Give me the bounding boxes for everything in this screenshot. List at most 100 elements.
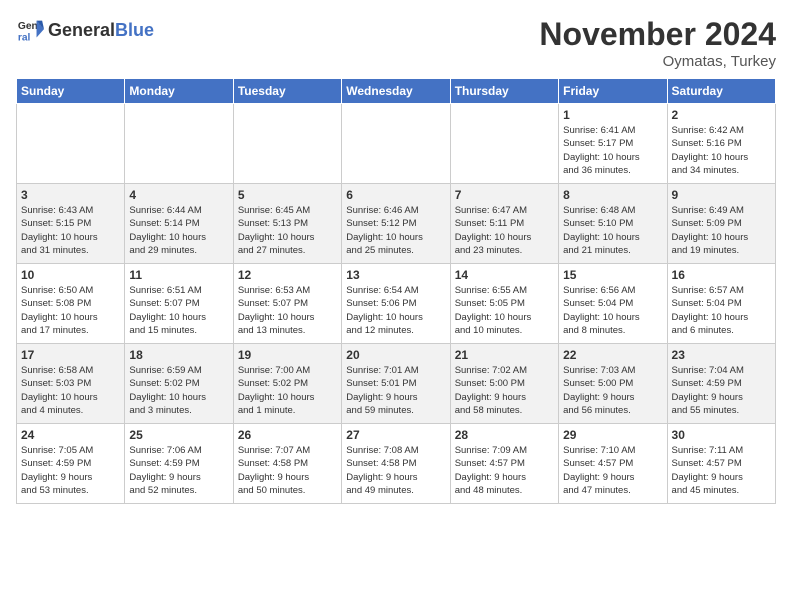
day-number: 19 xyxy=(238,348,337,362)
day-number: 15 xyxy=(563,268,662,282)
calendar-week-row: 1 Sunrise: 6:41 AM Sunset: 5:17 PM Daylig… xyxy=(17,104,776,184)
day-number: 28 xyxy=(455,428,554,442)
day-number: 4 xyxy=(129,188,228,202)
day-info: Sunrise: 6:44 AM Sunset: 5:14 PM Dayligh… xyxy=(129,204,228,257)
day-number: 9 xyxy=(672,188,771,202)
calendar-cell xyxy=(17,104,125,184)
day-info: Sunrise: 7:05 AM Sunset: 4:59 PM Dayligh… xyxy=(21,444,120,497)
day-info: Sunrise: 6:54 AM Sunset: 5:06 PM Dayligh… xyxy=(346,284,445,337)
weekday-header-friday: Friday xyxy=(559,79,667,104)
month-title: November 2024 xyxy=(539,16,776,53)
day-info: Sunrise: 6:47 AM Sunset: 5:11 PM Dayligh… xyxy=(455,204,554,257)
day-number: 13 xyxy=(346,268,445,282)
day-info: Sunrise: 6:57 AM Sunset: 5:04 PM Dayligh… xyxy=(672,284,771,337)
calendar-cell: 11 Sunrise: 6:51 AM Sunset: 5:07 PM Dayli… xyxy=(125,264,233,344)
day-info: Sunrise: 7:04 AM Sunset: 4:59 PM Dayligh… xyxy=(672,364,771,417)
day-number: 14 xyxy=(455,268,554,282)
day-number: 11 xyxy=(129,268,228,282)
weekday-header-sunday: Sunday xyxy=(17,79,125,104)
day-info: Sunrise: 7:10 AM Sunset: 4:57 PM Dayligh… xyxy=(563,444,662,497)
calendar-cell: 7 Sunrise: 6:47 AM Sunset: 5:11 PM Daylig… xyxy=(450,184,558,264)
day-info: Sunrise: 6:49 AM Sunset: 5:09 PM Dayligh… xyxy=(672,204,771,257)
day-info: Sunrise: 6:59 AM Sunset: 5:02 PM Dayligh… xyxy=(129,364,228,417)
day-number: 25 xyxy=(129,428,228,442)
day-info: Sunrise: 6:50 AM Sunset: 5:08 PM Dayligh… xyxy=(21,284,120,337)
calendar-cell: 14 Sunrise: 6:55 AM Sunset: 5:05 PM Dayli… xyxy=(450,264,558,344)
calendar-cell: 8 Sunrise: 6:48 AM Sunset: 5:10 PM Daylig… xyxy=(559,184,667,264)
day-number: 8 xyxy=(563,188,662,202)
calendar-cell: 5 Sunrise: 6:45 AM Sunset: 5:13 PM Daylig… xyxy=(233,184,341,264)
calendar-cell: 23Sunrise: 7:04 AM Sunset: 4:59 PM Dayli… xyxy=(667,344,775,424)
calendar-table: SundayMondayTuesdayWednesdayThursdayFrid… xyxy=(16,78,776,504)
calendar-body: 1 Sunrise: 6:41 AM Sunset: 5:17 PM Daylig… xyxy=(17,104,776,504)
logo-general-text: General xyxy=(48,20,115,40)
logo-icon: Gene ral xyxy=(16,16,44,44)
calendar-cell: 17Sunrise: 6:58 AM Sunset: 5:03 PM Dayli… xyxy=(17,344,125,424)
calendar-cell: 26Sunrise: 7:07 AM Sunset: 4:58 PM Dayli… xyxy=(233,424,341,504)
day-number: 10 xyxy=(21,268,120,282)
day-info: Sunrise: 7:02 AM Sunset: 5:00 PM Dayligh… xyxy=(455,364,554,417)
day-info: Sunrise: 6:56 AM Sunset: 5:04 PM Dayligh… xyxy=(563,284,662,337)
day-info: Sunrise: 6:41 AM Sunset: 5:17 PM Dayligh… xyxy=(563,124,662,177)
day-number: 30 xyxy=(672,428,771,442)
weekday-header-saturday: Saturday xyxy=(667,79,775,104)
day-number: 16 xyxy=(672,268,771,282)
calendar-cell xyxy=(450,104,558,184)
day-info: Sunrise: 7:01 AM Sunset: 5:01 PM Dayligh… xyxy=(346,364,445,417)
calendar-cell xyxy=(342,104,450,184)
logo-blue-text: Blue xyxy=(115,20,154,40)
day-info: Sunrise: 6:58 AM Sunset: 5:03 PM Dayligh… xyxy=(21,364,120,417)
day-number: 1 xyxy=(563,108,662,122)
day-info: Sunrise: 7:06 AM Sunset: 4:59 PM Dayligh… xyxy=(129,444,228,497)
calendar-cell: 30Sunrise: 7:11 AM Sunset: 4:57 PM Dayli… xyxy=(667,424,775,504)
calendar-cell: 9 Sunrise: 6:49 AM Sunset: 5:09 PM Daylig… xyxy=(667,184,775,264)
day-number: 3 xyxy=(21,188,120,202)
calendar-cell: 6 Sunrise: 6:46 AM Sunset: 5:12 PM Daylig… xyxy=(342,184,450,264)
calendar-cell: 15 Sunrise: 6:56 AM Sunset: 5:04 PM Dayli… xyxy=(559,264,667,344)
calendar-cell: 4 Sunrise: 6:44 AM Sunset: 5:14 PM Daylig… xyxy=(125,184,233,264)
calendar-cell: 12 Sunrise: 6:53 AM Sunset: 5:07 PM Dayli… xyxy=(233,264,341,344)
calendar-cell: 19 Sunrise: 7:00 AM Sunset: 5:02 PM Dayli… xyxy=(233,344,341,424)
day-number: 27 xyxy=(346,428,445,442)
day-number: 26 xyxy=(238,428,337,442)
day-info: Sunrise: 6:45 AM Sunset: 5:13 PM Dayligh… xyxy=(238,204,337,257)
calendar-cell: 3 Sunrise: 6:43 AM Sunset: 5:15 PM Daylig… xyxy=(17,184,125,264)
day-number: 6 xyxy=(346,188,445,202)
weekday-header-row: SundayMondayTuesdayWednesdayThursdayFrid… xyxy=(17,79,776,104)
weekday-header-wednesday: Wednesday xyxy=(342,79,450,104)
calendar-cell: 20Sunrise: 7:01 AM Sunset: 5:01 PM Dayli… xyxy=(342,344,450,424)
calendar-week-row: 10 Sunrise: 6:50 AM Sunset: 5:08 PM Dayli… xyxy=(17,264,776,344)
day-info: Sunrise: 7:00 AM Sunset: 5:02 PM Dayligh… xyxy=(238,364,337,417)
day-number: 21 xyxy=(455,348,554,362)
day-number: 18 xyxy=(129,348,228,362)
calendar-cell: 25 Sunrise: 7:06 AM Sunset: 4:59 PM Dayli… xyxy=(125,424,233,504)
day-number: 12 xyxy=(238,268,337,282)
calendar-cell: 28Sunrise: 7:09 AM Sunset: 4:57 PM Dayli… xyxy=(450,424,558,504)
day-info: Sunrise: 7:08 AM Sunset: 4:58 PM Dayligh… xyxy=(346,444,445,497)
day-info: Sunrise: 6:46 AM Sunset: 5:12 PM Dayligh… xyxy=(346,204,445,257)
day-number: 24 xyxy=(21,428,120,442)
day-info: Sunrise: 6:42 AM Sunset: 5:16 PM Dayligh… xyxy=(672,124,771,177)
day-info: Sunrise: 6:48 AM Sunset: 5:10 PM Dayligh… xyxy=(563,204,662,257)
calendar-cell: 1 Sunrise: 6:41 AM Sunset: 5:17 PM Daylig… xyxy=(559,104,667,184)
day-info: Sunrise: 6:55 AM Sunset: 5:05 PM Dayligh… xyxy=(455,284,554,337)
day-number: 29 xyxy=(563,428,662,442)
weekday-header-thursday: Thursday xyxy=(450,79,558,104)
title-area: November 2024 Oymatas, Turkey xyxy=(539,16,776,70)
day-info: Sunrise: 6:51 AM Sunset: 5:07 PM Dayligh… xyxy=(129,284,228,337)
calendar-header: SundayMondayTuesdayWednesdayThursdayFrid… xyxy=(17,79,776,104)
calendar-cell: 21 Sunrise: 7:02 AM Sunset: 5:00 PM Dayli… xyxy=(450,344,558,424)
day-info: Sunrise: 7:03 AM Sunset: 5:00 PM Dayligh… xyxy=(563,364,662,417)
calendar-week-row: 17Sunrise: 6:58 AM Sunset: 5:03 PM Dayli… xyxy=(17,344,776,424)
day-number: 5 xyxy=(238,188,337,202)
calendar-cell: 2 Sunrise: 6:42 AM Sunset: 5:16 PM Daylig… xyxy=(667,104,775,184)
weekday-header-tuesday: Tuesday xyxy=(233,79,341,104)
day-number: 22 xyxy=(563,348,662,362)
day-info: Sunrise: 6:53 AM Sunset: 5:07 PM Dayligh… xyxy=(238,284,337,337)
day-info: Sunrise: 6:43 AM Sunset: 5:15 PM Dayligh… xyxy=(21,204,120,257)
calendar-week-row: 24 Sunrise: 7:05 AM Sunset: 4:59 PM Dayli… xyxy=(17,424,776,504)
day-number: 7 xyxy=(455,188,554,202)
day-number: 2 xyxy=(672,108,771,122)
calendar-cell: 18 Sunrise: 6:59 AM Sunset: 5:02 PM Dayli… xyxy=(125,344,233,424)
calendar-cell: 24 Sunrise: 7:05 AM Sunset: 4:59 PM Dayli… xyxy=(17,424,125,504)
